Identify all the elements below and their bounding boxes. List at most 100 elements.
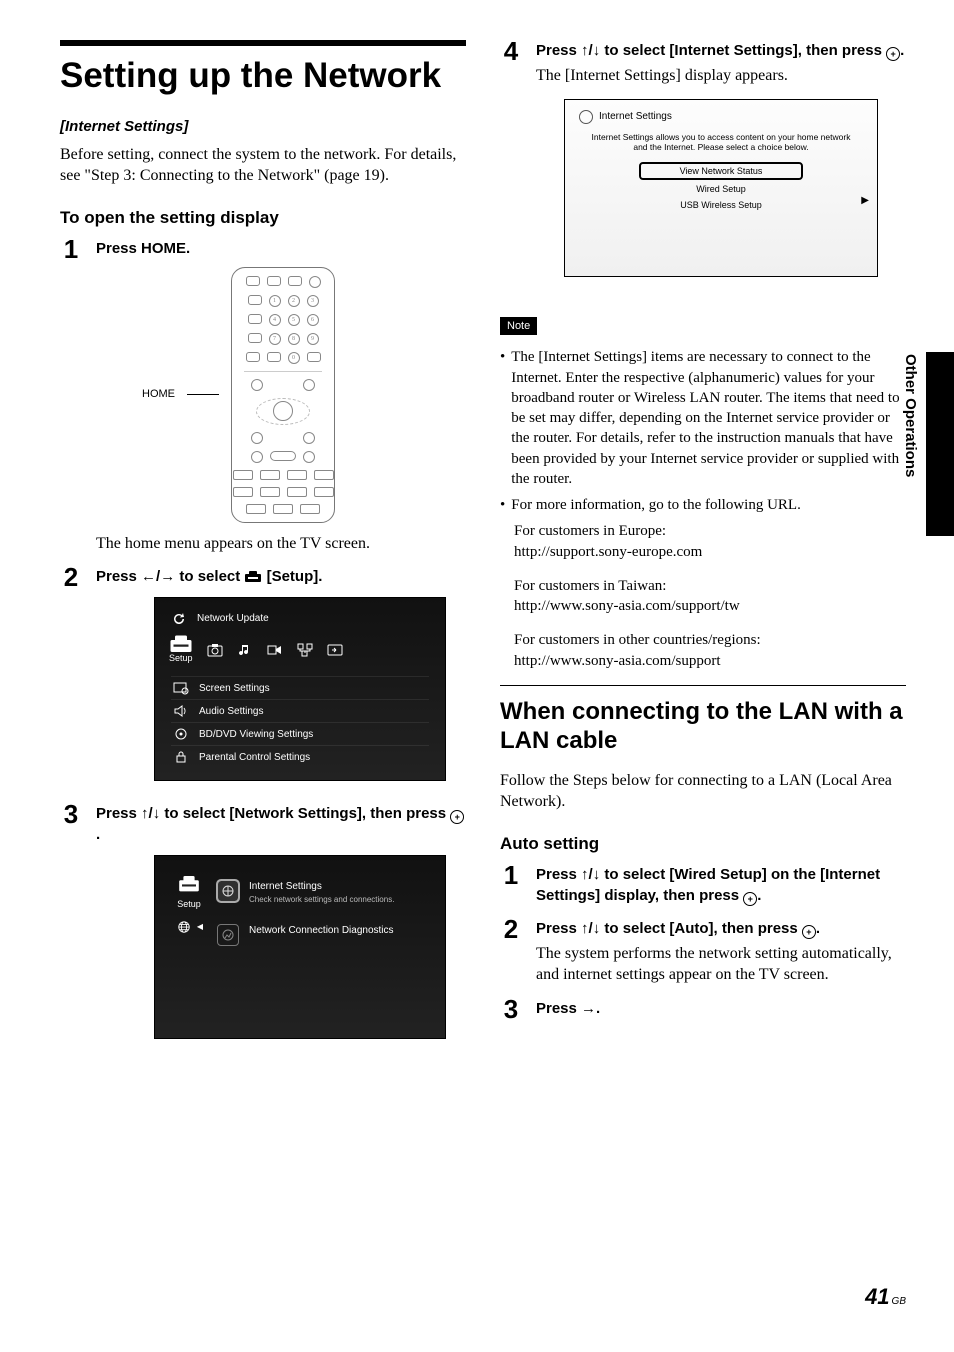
audio-settings-icon [173, 704, 189, 718]
step-number: 4 [500, 38, 522, 64]
left-steps: 1 Press HOME. HOME 123 456 789 0 [60, 238, 466, 1044]
setup-menu-figure: Network Update Setup [154, 597, 446, 781]
parental-settings-label: Parental Control Settings [199, 751, 310, 765]
wired-setup-option: Wired Setup [696, 183, 746, 195]
step-3: 3 Press ↑/↓ to select [Network Settings]… [60, 803, 466, 1043]
screen-settings-label: Screen Settings [199, 682, 270, 696]
step-1-body: The home menu appears on the TV screen. [96, 533, 466, 555]
auto-step-1-instruction: Press ↑/↓ to select [Wired Setup] on the… [536, 864, 906, 906]
up-down-arrows: ↑/↓ [581, 866, 600, 883]
setup-label: Setup [169, 652, 193, 664]
enter-plus-icon: + [743, 892, 757, 906]
step-number: 2 [60, 564, 82, 590]
left-column: Setting up the Network [Internet Setting… [60, 40, 470, 1055]
screen-settings-icon [173, 681, 189, 695]
note-bullets: The [Internet Settings] items are necess… [500, 347, 906, 515]
auto-step-3-instruction: Press →. [536, 998, 906, 1019]
up-down-arrows: ↑/↓ [141, 805, 160, 822]
setup-toolbox-icon [169, 633, 193, 654]
auto-step-2-body: The system performs the network setting … [536, 943, 906, 986]
photo-icon [207, 643, 223, 657]
remote-control-icon: 123 456 789 0 [231, 267, 335, 523]
internet-settings-subhead: [Internet Settings] [60, 117, 466, 137]
setup-label: Setup [177, 898, 201, 910]
music-icon [237, 643, 253, 657]
setup-toolbox-icon [178, 873, 200, 893]
up-down-arrows: ↑/↓ [581, 920, 600, 937]
parental-settings-icon [173, 750, 189, 764]
right-steps-top: 4 Press ↑/↓ to select [Internet Settings… [500, 40, 906, 285]
step-number: 3 [500, 996, 522, 1022]
input-icon [327, 643, 343, 657]
lan-heading: When connecting to the LAN with a LAN ca… [500, 698, 906, 756]
page: Setting up the Network [Internet Setting… [0, 0, 954, 1055]
home-callout-label: HOME [142, 387, 175, 402]
auto-step-2-instruction: Press ↑/↓ to select [Auto], then press +… [536, 918, 906, 939]
callout-line [187, 394, 219, 395]
step-number: 3 [60, 801, 82, 827]
audio-settings-label: Audio Settings [199, 705, 264, 719]
page-number: 41 [865, 1282, 889, 1312]
open-setting-display-heading: To open the setting display [60, 207, 466, 230]
left-triangle-icon: ◀ [197, 922, 203, 933]
network-update-label: Network Update [197, 612, 269, 626]
side-tab-marker [926, 352, 954, 536]
network-diagnostics-title: Network Connection Diagnostics [249, 924, 394, 938]
step-4: 4 Press ↑/↓ to select [Internet Settings… [500, 40, 906, 285]
internet-settings-desc-1: Internet Settings allows you to access c… [592, 132, 851, 142]
enter-plus-icon: + [450, 810, 464, 824]
network-settings-figure: Setup ◀ Internet Settings [154, 855, 446, 1039]
auto-setting-heading: Auto setting [500, 833, 906, 856]
auto-step-3: 3 Press →. [500, 998, 906, 1022]
auto-step-2: 2 Press ↑/↓ to select [Auto], then press… [500, 918, 906, 986]
internet-settings-item: Internet Settings Check network settings… [217, 880, 429, 905]
step-1-instruction: Press HOME. [96, 238, 466, 259]
network-diagnostics-item: Network Connection Diagnostics [217, 924, 429, 946]
globe-icon [175, 918, 193, 936]
video-icon [267, 643, 283, 657]
remote-figure: HOME 123 456 789 0 [142, 267, 466, 523]
section-separator [500, 685, 906, 686]
step-4-instruction: Press ↑/↓ to select [Internet Settings],… [536, 40, 906, 61]
view-network-status-option: View Network Status [640, 163, 803, 179]
url-taiwan: For customers in Taiwan: http://www.sony… [514, 576, 906, 617]
lan-intro: Follow the Steps below for connecting to… [500, 770, 906, 813]
up-down-arrows: ↑/↓ [581, 42, 600, 59]
globe-icon [579, 110, 593, 124]
page-locale: GB [892, 1295, 906, 1309]
page-title: Setting up the Network [60, 52, 466, 99]
network-icon [297, 643, 313, 657]
right-arrow: → [581, 1000, 596, 1017]
left-right-arrows: ←/→ [141, 568, 175, 585]
step-1: 1 Press HOME. HOME 123 456 789 0 [60, 238, 466, 555]
enter-plus-icon: + [886, 47, 900, 61]
step-3-instruction: Press ↑/↓ to select [Network Settings], … [96, 803, 466, 845]
internet-settings-title: Internet Settings [249, 880, 394, 894]
right-column: 4 Press ↑/↓ to select [Internet Settings… [496, 40, 906, 1055]
internet-settings-figure: Internet Settings Internet Settings allo… [564, 99, 878, 277]
url-other: For customers in other countries/regions… [514, 630, 906, 671]
internet-settings-title: Internet Settings [599, 110, 672, 124]
page-footer: 41 GB [865, 1282, 906, 1312]
intro-paragraph: Before setting, connect the system to th… [60, 144, 466, 187]
step-number: 2 [500, 916, 522, 942]
setup-toolbox-icon [244, 568, 262, 582]
step-2-instruction: Press ←/→ to select [Setup]. [96, 566, 466, 587]
step-number: 1 [60, 236, 82, 262]
note-bullet-2: For more information, go to the followin… [511, 495, 801, 515]
url-europe: For customers in Europe: http://support.… [514, 521, 906, 562]
auto-steps: 1 Press ↑/↓ to select [Wired Setup] on t… [500, 864, 906, 1022]
step-4-body: The [Internet Settings] display appears. [536, 65, 906, 87]
enter-plus-icon: + [802, 925, 816, 939]
internet-settings-sub: Check network settings and connections. [249, 895, 394, 906]
internet-settings-desc-2: and the Internet. Please select a choice… [633, 142, 808, 152]
note-bullet-1: The [Internet Settings] items are necess… [511, 347, 906, 489]
side-tab-label: Other Operations [900, 354, 920, 477]
usb-wireless-option: USB Wireless Setup [680, 199, 762, 211]
right-triangle-icon: ▶ [861, 194, 869, 208]
update-icon [171, 612, 187, 626]
step-2: 2 Press ←/→ to select [Setup]. Networ [60, 566, 466, 791]
title-rule [60, 40, 466, 46]
bddvd-settings-icon [173, 727, 189, 741]
step-number: 1 [500, 862, 522, 888]
